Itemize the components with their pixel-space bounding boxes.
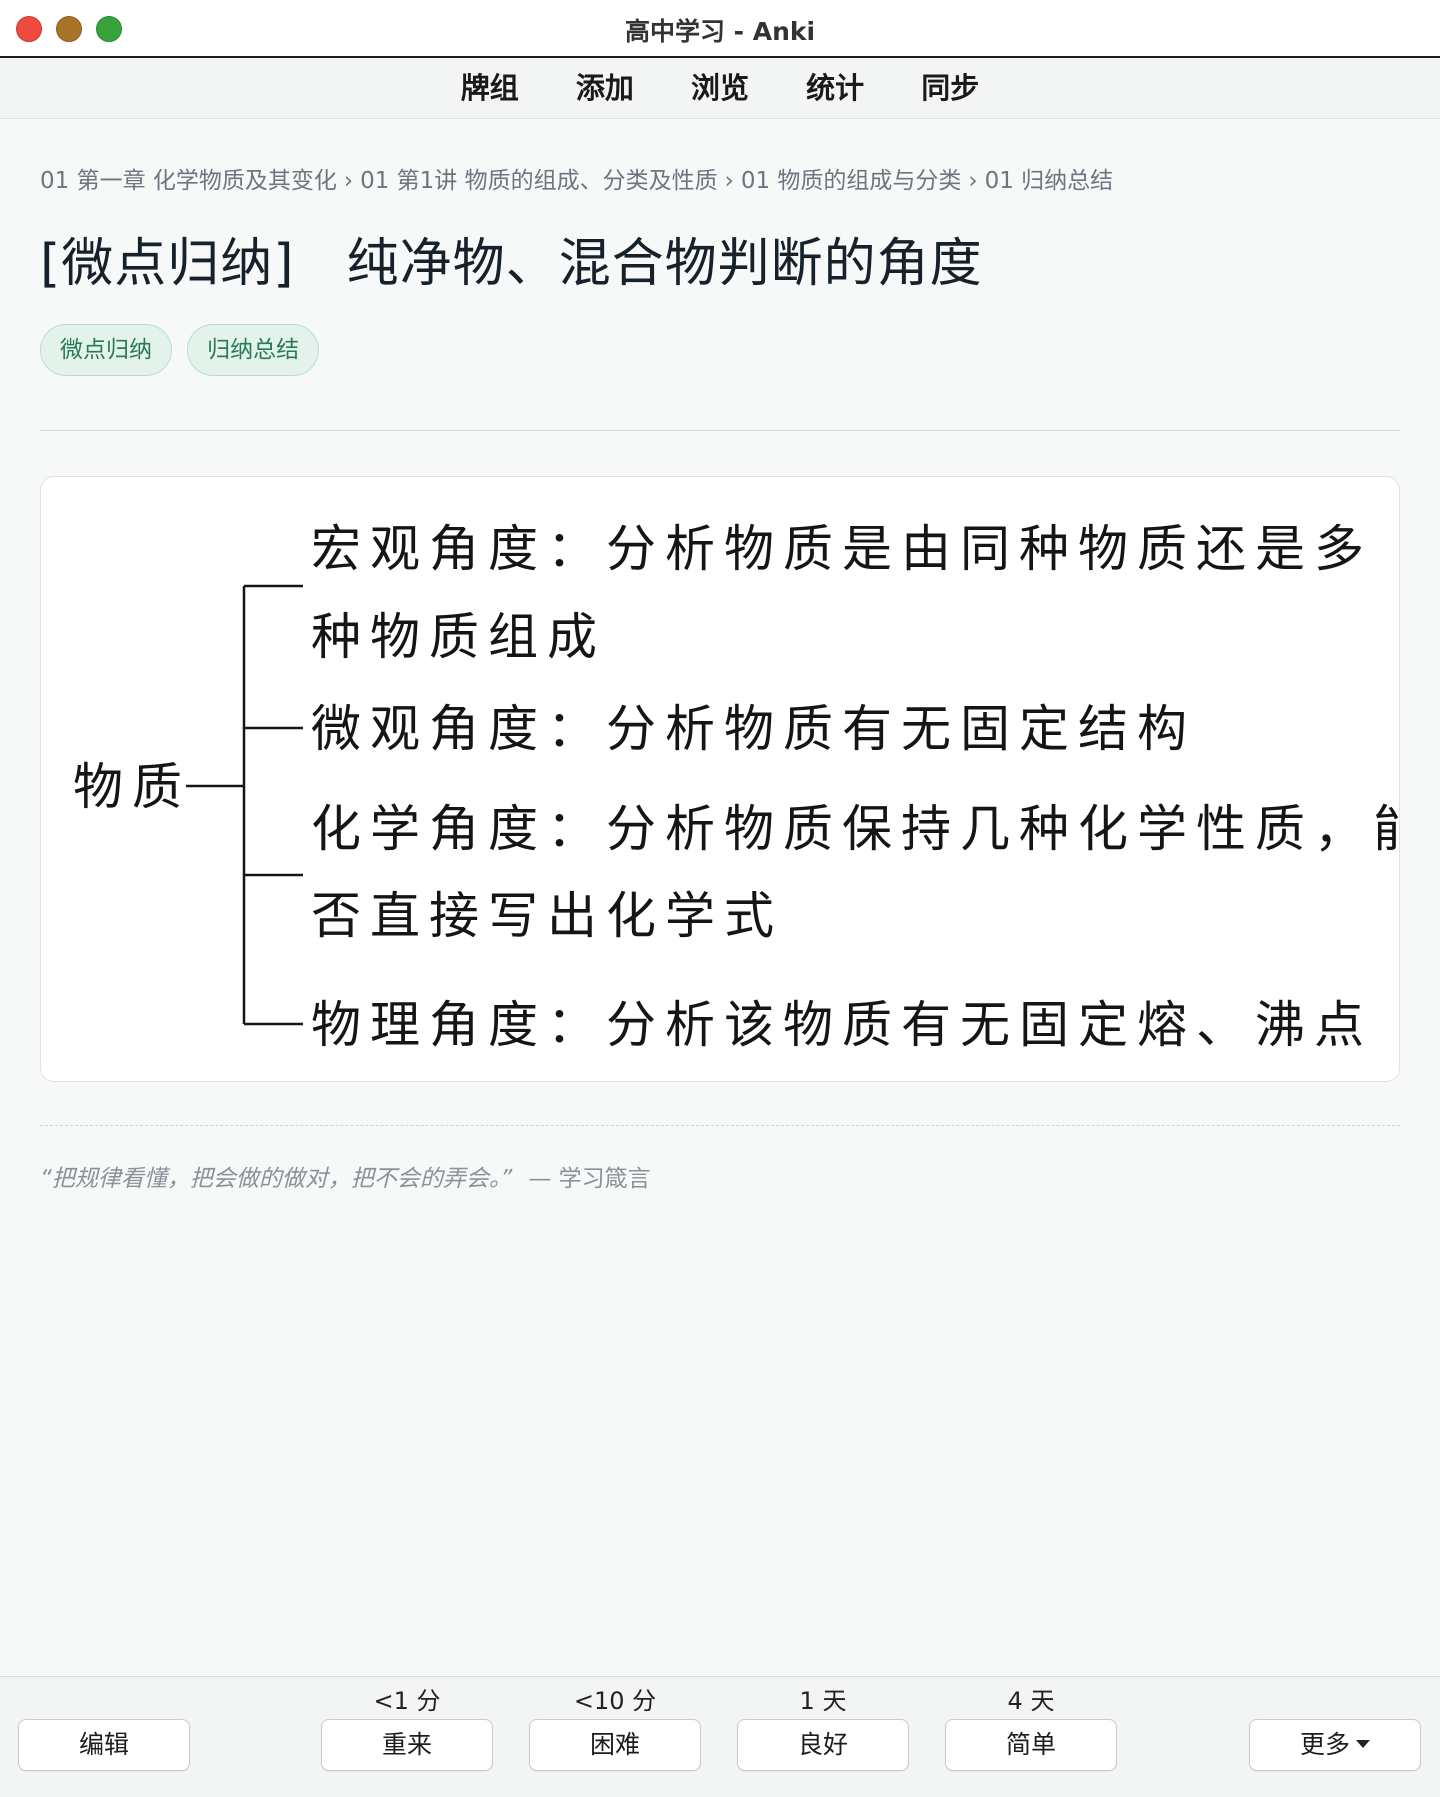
good-button[interactable]: 良好 <box>737 1719 909 1771</box>
title-bar: 高中学习 - Anki <box>0 0 1440 58</box>
nav-stats[interactable]: 统计 <box>806 58 864 118</box>
answer-bar: 编辑 <1 分 重来 <10 分 困难 1 天 良好 4 天 简单 更多 <box>0 1676 1440 1797</box>
nav-add[interactable]: 添加 <box>576 58 634 118</box>
breadcrumb-separator: › <box>968 168 978 194</box>
edit-button[interactable]: 编辑 <box>18 1719 190 1771</box>
anki-window: 高中学习 - Anki 牌组 添加 浏览 统计 同步 01 第一章 化学物质及其… <box>0 0 1440 1797</box>
quote: “把规律看懂，把会做的做对，把不会的弄会。” — 学习箴言 <box>40 1159 651 1193</box>
nav-browse[interactable]: 浏览 <box>691 58 749 118</box>
tag-list: 微点归纳 归纳总结 <box>40 324 1400 378</box>
divider <box>40 430 1400 431</box>
card-content: 01 第一章 化学物质及其变化 › 01 第1讲 物质的组成、分类及性质 › 01 物质… <box>40 119 1400 1192</box>
nav-decks[interactable]: 牌组 <box>461 58 519 118</box>
hard-button[interactable]: 困难 <box>529 1719 701 1771</box>
quote-source: — 学习箴言 <box>528 1166 651 1192</box>
tag-chip[interactable]: 归纳总结 <box>187 324 320 376</box>
branch-micro: 微观角度：分析物质有无固定结构 <box>311 700 1196 758</box>
breadcrumb-separator: › <box>724 168 734 194</box>
branch-physical: 物理角度：分析该物质有无固定熔、沸点 <box>311 996 1373 1054</box>
breadcrumb-separator: › <box>343 168 354 194</box>
branch-macro-line1: 宏观角度：分析物质是由同种物质还是多 <box>311 520 1373 578</box>
figure-card: 物质 宏观角度：分析物质是由同种物质还是多 种物质组成 微观角度：分析物质有无固… <box>40 476 1400 1082</box>
page-title: [微点归纳] 纯净物、混合物判断的角度 <box>40 221 1400 296</box>
window-title: 高中学习 - Anki <box>624 17 816 46</box>
branch-chemical-line1: 化学角度：分析物质保持几种化学性质，能 <box>311 800 1400 858</box>
breadcrumb: 01 第一章 化学物质及其变化 › 01 第1讲 物质的组成、分类及性质 › 01 物质… <box>40 161 1400 195</box>
title-text: 纯净物、混合物判断的角度 <box>346 234 983 294</box>
hard-interval: <10 分 <box>573 1687 657 1715</box>
easy-button[interactable]: 简单 <box>945 1719 1117 1771</box>
more-label: 更多 <box>1299 1730 1350 1759</box>
again-interval: <1 分 <box>373 1687 441 1715</box>
breadcrumb-item: 01 物质的组成与分类 <box>740 168 962 194</box>
branch-macro-line2: 种物质组成 <box>311 608 606 666</box>
root-node: 物质 <box>73 758 191 816</box>
quote-text: “把规律看懂，把会做的做对，把不会的弄会。” <box>40 1166 513 1192</box>
top-nav: 牌组 添加 浏览 统计 同步 <box>0 58 1440 119</box>
classification-diagram: 物质 宏观角度：分析物质是由同种物质还是多 种物质组成 微观角度：分析物质有无固… <box>73 520 1400 1054</box>
tag-chip[interactable]: 微点归纳 <box>40 324 172 376</box>
title-prefix: [微点归纳] <box>40 234 295 294</box>
dashed-divider <box>40 1125 1400 1126</box>
nav-sync[interactable]: 同步 <box>921 58 979 118</box>
easy-interval: 4 天 <box>1007 1687 1055 1715</box>
branch-chemical-line2: 否直接写出化学式 <box>311 887 783 945</box>
breadcrumb-item: 01 第1讲 物质的组成、分类及性质 <box>360 168 718 194</box>
breadcrumb-item: 01 第一章 化学物质及其变化 <box>40 168 337 194</box>
chevron-down-icon <box>1356 1740 1370 1748</box>
more-button[interactable]: 更多 <box>1249 1719 1421 1771</box>
good-interval: 1 天 <box>799 1687 847 1715</box>
breadcrumb-item: 01 归纳总结 <box>984 168 1114 194</box>
bracket-lines <box>186 584 303 1026</box>
again-button[interactable]: 重来 <box>321 1719 493 1771</box>
